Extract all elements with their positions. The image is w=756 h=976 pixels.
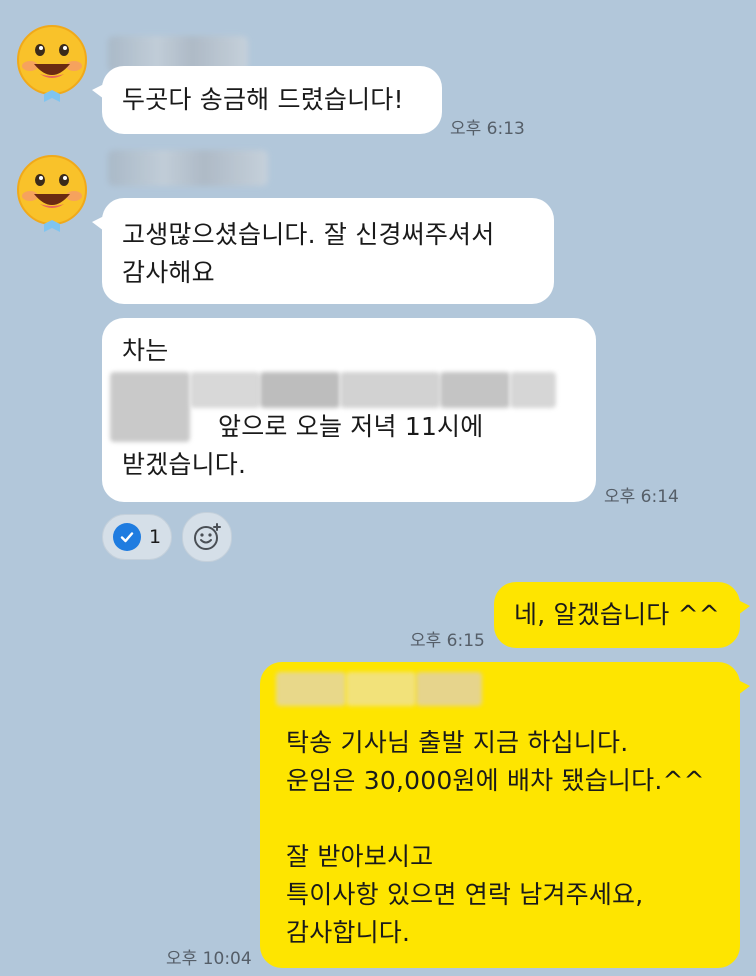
message-bubble-1[interactable]: 두곳다 송금해 드렸습니다! — [92, 66, 442, 134]
message-text-line: 앞으로 오늘 저녁 11시에 — [218, 412, 484, 441]
message-text-line: 잘 받아보시고 — [286, 842, 434, 871]
add-emoji-icon — [194, 523, 221, 550]
message-text-line: 감사해요 — [122, 258, 215, 287]
message-time: 오후 6:13 — [450, 119, 525, 139]
sender-avatar[interactable] — [10, 20, 94, 104]
message-bubble-4[interactable]: 네, 알겠습니다 ^^ — [494, 582, 750, 648]
message-text: 두곳다 송금해 드렸습니다! — [122, 85, 404, 114]
smiley-face-icon — [17, 25, 87, 102]
sender-avatar[interactable] — [10, 150, 94, 234]
message-text-line — [286, 800, 720, 838]
message-text-line: 운임은 30,000원에 배차 됐습니다.^^ — [286, 766, 705, 795]
message-text-line: 특이사항 있으면 연락 남겨주세요, — [286, 880, 644, 909]
message-time: 오후 10:04 — [166, 949, 252, 969]
sender-name-redacted — [108, 150, 268, 186]
redaction-block — [340, 372, 440, 408]
redaction-block — [190, 372, 260, 408]
message-text: 네, 알겠습니다 ^^ — [514, 600, 720, 629]
redaction-block — [416, 672, 482, 706]
message-text-line: 받겠습니다. — [122, 450, 247, 479]
message-text-line: 고생많으셨습니다. 잘 신경써주셔서 — [122, 220, 495, 249]
message-text-line: 탁송 기사님 출발 지금 하십니다. — [286, 728, 629, 757]
redaction-block — [110, 372, 190, 442]
redaction-block — [440, 372, 510, 408]
smiley-face-icon — [17, 155, 87, 232]
redaction-block — [276, 672, 346, 706]
message-text-line: 차는 — [122, 336, 169, 365]
message-time: 오후 6:15 — [410, 631, 485, 651]
message-bubble-2[interactable]: 고생많으셨습니다. 잘 신경써주셔서 감사해요 — [92, 198, 554, 304]
redaction-block — [510, 372, 556, 408]
add-reaction-button[interactable] — [182, 512, 232, 562]
message-time: 오후 6:14 — [604, 487, 679, 507]
message-text-line: 감사합니다. — [286, 918, 411, 947]
reaction-count: 1 — [148, 526, 162, 548]
message-bubble-5[interactable]: 탁송 기사님 출발 지금 하십니다. 운임은 30,000원에 배차 됐습니다.… — [260, 662, 750, 968]
redaction-block — [346, 672, 416, 706]
reaction-check-count[interactable]: 1 — [102, 514, 172, 560]
check-icon — [112, 523, 141, 551]
redaction-block — [260, 372, 340, 408]
